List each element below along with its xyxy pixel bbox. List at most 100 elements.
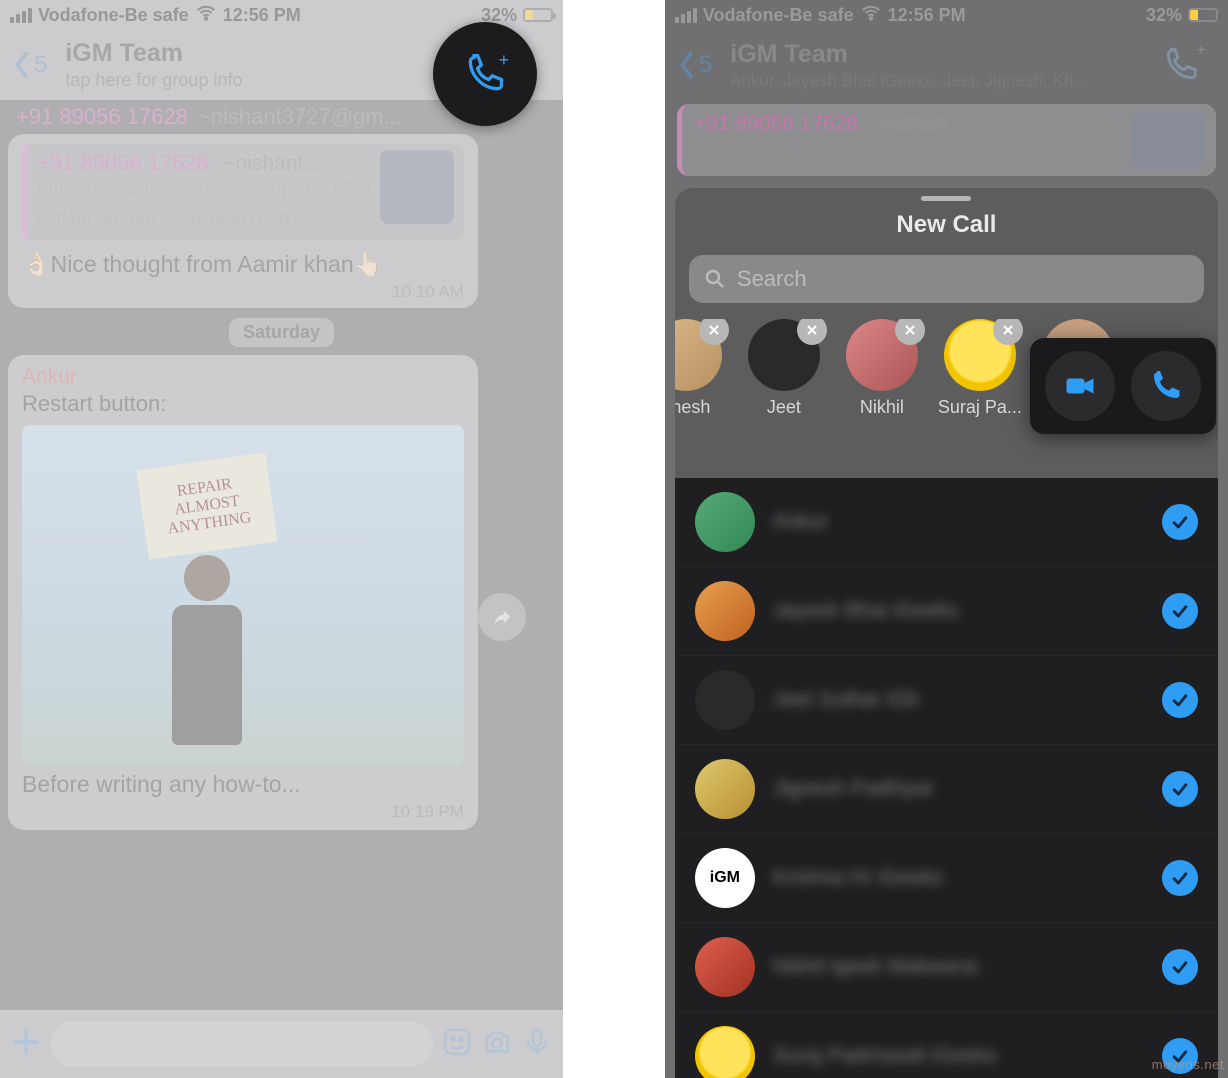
contact-name: Nikhil Igeek Makwana	[773, 955, 1144, 979]
message-bubble[interactable]: Ankur Restart button: REPAIR ALMOST ANYT…	[8, 355, 478, 830]
chat-subtitle: Ankur, Jayesh Bhai iGeeks, Jeet, Jignesh…	[730, 71, 1216, 91]
selected-participant[interactable]: Suraj Pa...	[933, 319, 1027, 418]
clock-label: 12:56 PM	[888, 5, 966, 26]
participant-name: Nikhil	[835, 397, 929, 418]
sheet-title: New Call	[675, 211, 1218, 239]
status-bar: Vodafone-Be safe 12:56 PM 32%	[665, 0, 1228, 30]
group-call-button[interactable]: +	[433, 22, 537, 126]
right-screenshot: Vodafone-Be safe 12:56 PM 32% 5 iGM Team…	[665, 0, 1228, 1078]
contact-name: Jeet Suthar iGb	[773, 688, 1144, 712]
wifi-icon	[860, 2, 882, 29]
message-time: 10:10 AM	[22, 282, 464, 302]
contact-name: Krishna Hr iGeeks	[773, 866, 1144, 890]
forward-button[interactable]	[478, 593, 526, 641]
remove-button[interactable]	[993, 319, 1023, 345]
remove-button[interactable]	[895, 319, 925, 345]
contact-name: Jignesh Padhiyar	[773, 777, 1144, 801]
chat-body[interactable]: +91 89056 17628 ~nishant3727@gm... +91 8…	[0, 100, 563, 1010]
message-bubble[interactable]: +91 89056 17628 ~nishant... https://www.…	[8, 134, 478, 308]
contact-row[interactable]: iGM Krishna Hr iGeeks	[675, 834, 1218, 923]
contact-row[interactable]: Nikhil Igeek Makwana	[675, 923, 1218, 1012]
avatar	[695, 1026, 755, 1078]
avatar	[695, 937, 755, 997]
sender-name: Ankur	[22, 365, 464, 389]
voice-call-button[interactable]	[1131, 351, 1201, 421]
checked-icon[interactable]	[1162, 771, 1198, 807]
search-icon	[703, 267, 727, 291]
message-time: 10:19 PM	[22, 802, 464, 822]
checked-icon[interactable]	[1162, 593, 1198, 629]
quote-name: ~nishant...	[223, 152, 320, 175]
header-title-area[interactable]: iGM Team Ankur, Jayesh Bhai iGeeks, Jeet…	[730, 40, 1216, 91]
video-call-button[interactable]	[1045, 351, 1115, 421]
search-input[interactable]: Search	[689, 255, 1204, 303]
sticker-button[interactable]	[441, 1026, 473, 1063]
new-call-sheet: New Call Search gnesh Jeet Nikhil	[675, 188, 1218, 1078]
contact-name: Jayesh Bhai iGeeks	[773, 599, 1144, 623]
watermark: moyens.net	[1152, 1057, 1224, 1072]
message-input[interactable]	[50, 1021, 433, 1067]
contact-name: Suraj Padmasali iGeeks	[773, 1044, 1144, 1068]
wifi-icon	[195, 2, 217, 29]
avatar	[695, 492, 755, 552]
grabber-icon[interactable]	[921, 196, 971, 201]
carrier-label: Vodafone-Be safe	[703, 5, 854, 26]
back-count-label: 5	[699, 51, 712, 79]
avatar	[695, 581, 755, 641]
contact-row[interactable]: Ankur	[675, 478, 1218, 567]
message-caption: Before writing any how-to...	[22, 771, 464, 798]
quote-link[interactable]: https://www.instagram.com/p/B3cLFiuBqH6/…	[37, 176, 372, 234]
left-screenshot: Vodafone-Be safe 12:56 PM 32% 5 iGM Team…	[0, 0, 563, 1078]
battery-icon	[523, 8, 553, 22]
contact-list[interactable]: Ankur Jayesh Bhai iGeeks Jeet Suthar iGb…	[675, 478, 1218, 1078]
message-image[interactable]: REPAIR ALMOST ANYTHING	[22, 425, 464, 765]
back-button[interactable]: 5	[677, 50, 712, 80]
stub-phone: +91 89056 17628	[694, 112, 858, 136]
checked-icon[interactable]	[1162, 504, 1198, 540]
search-placeholder: Search	[737, 266, 807, 292]
avatar: iGM	[695, 848, 755, 908]
remove-button[interactable]	[699, 319, 729, 345]
signal-icon	[10, 8, 32, 23]
contact-name: Ankur	[773, 510, 1144, 534]
cutoff-name: ~nishant3727@gm...	[198, 104, 402, 130]
camera-button[interactable]	[481, 1026, 513, 1063]
selected-participant[interactable]: Nikhil	[835, 319, 929, 418]
selected-participant[interactable]: gnesh	[675, 319, 733, 418]
message-text: 👌🏻Nice thought from Aamir khan👆🏻	[22, 248, 464, 280]
battery-pct-label: 32%	[1146, 5, 1182, 26]
clock-label: 12:56 PM	[223, 5, 301, 26]
remove-button[interactable]	[797, 319, 827, 345]
checked-icon[interactable]	[1162, 682, 1198, 718]
contact-row[interactable]: Jeet Suthar iGb	[675, 656, 1218, 745]
sign-in-image: REPAIR ALMOST ANYTHING	[136, 453, 277, 560]
message-header-text: Restart button:	[22, 391, 464, 417]
input-bar	[0, 1010, 563, 1078]
call-type-actions	[1030, 338, 1216, 434]
attach-button[interactable]	[10, 1026, 42, 1063]
stub-name: ~nishant	[872, 113, 948, 136]
dimmed-chat-preview: +91 89056 17628 ~nishant	[677, 104, 1216, 184]
chat-header: 5 iGM Team Ankur, Jayesh Bhai iGeeks, Je…	[665, 30, 1228, 100]
contact-row[interactable]: Suraj Padmasali iGeeks	[675, 1012, 1218, 1078]
avatar	[695, 670, 755, 730]
cutoff-phone: +91 89056 17628	[16, 104, 188, 130]
mic-button[interactable]	[521, 1026, 553, 1063]
checked-icon[interactable]	[1162, 860, 1198, 896]
participant-name: gnesh	[675, 397, 733, 418]
carrier-label: Vodafone-Be safe	[38, 5, 189, 26]
contact-row[interactable]: Jayesh Bhai iGeeks	[675, 567, 1218, 656]
quote-block[interactable]: +91 89056 17628 ~nishant... https://www.…	[22, 144, 464, 240]
participant-name: Suraj Pa...	[933, 397, 1027, 418]
quote-phone: +91 89056 17628	[37, 150, 209, 175]
selected-participant[interactable]: Jeet	[737, 319, 831, 418]
checked-icon[interactable]	[1162, 949, 1198, 985]
signal-icon	[675, 8, 697, 23]
stub-thumbnail	[1132, 112, 1204, 168]
back-count-label: 5	[34, 51, 47, 79]
battery-icon	[1188, 8, 1218, 22]
avatar	[695, 759, 755, 819]
back-button[interactable]: 5	[12, 50, 47, 80]
plus-icon: +	[499, 50, 510, 71]
contact-row[interactable]: Jignesh Padhiyar	[675, 745, 1218, 834]
